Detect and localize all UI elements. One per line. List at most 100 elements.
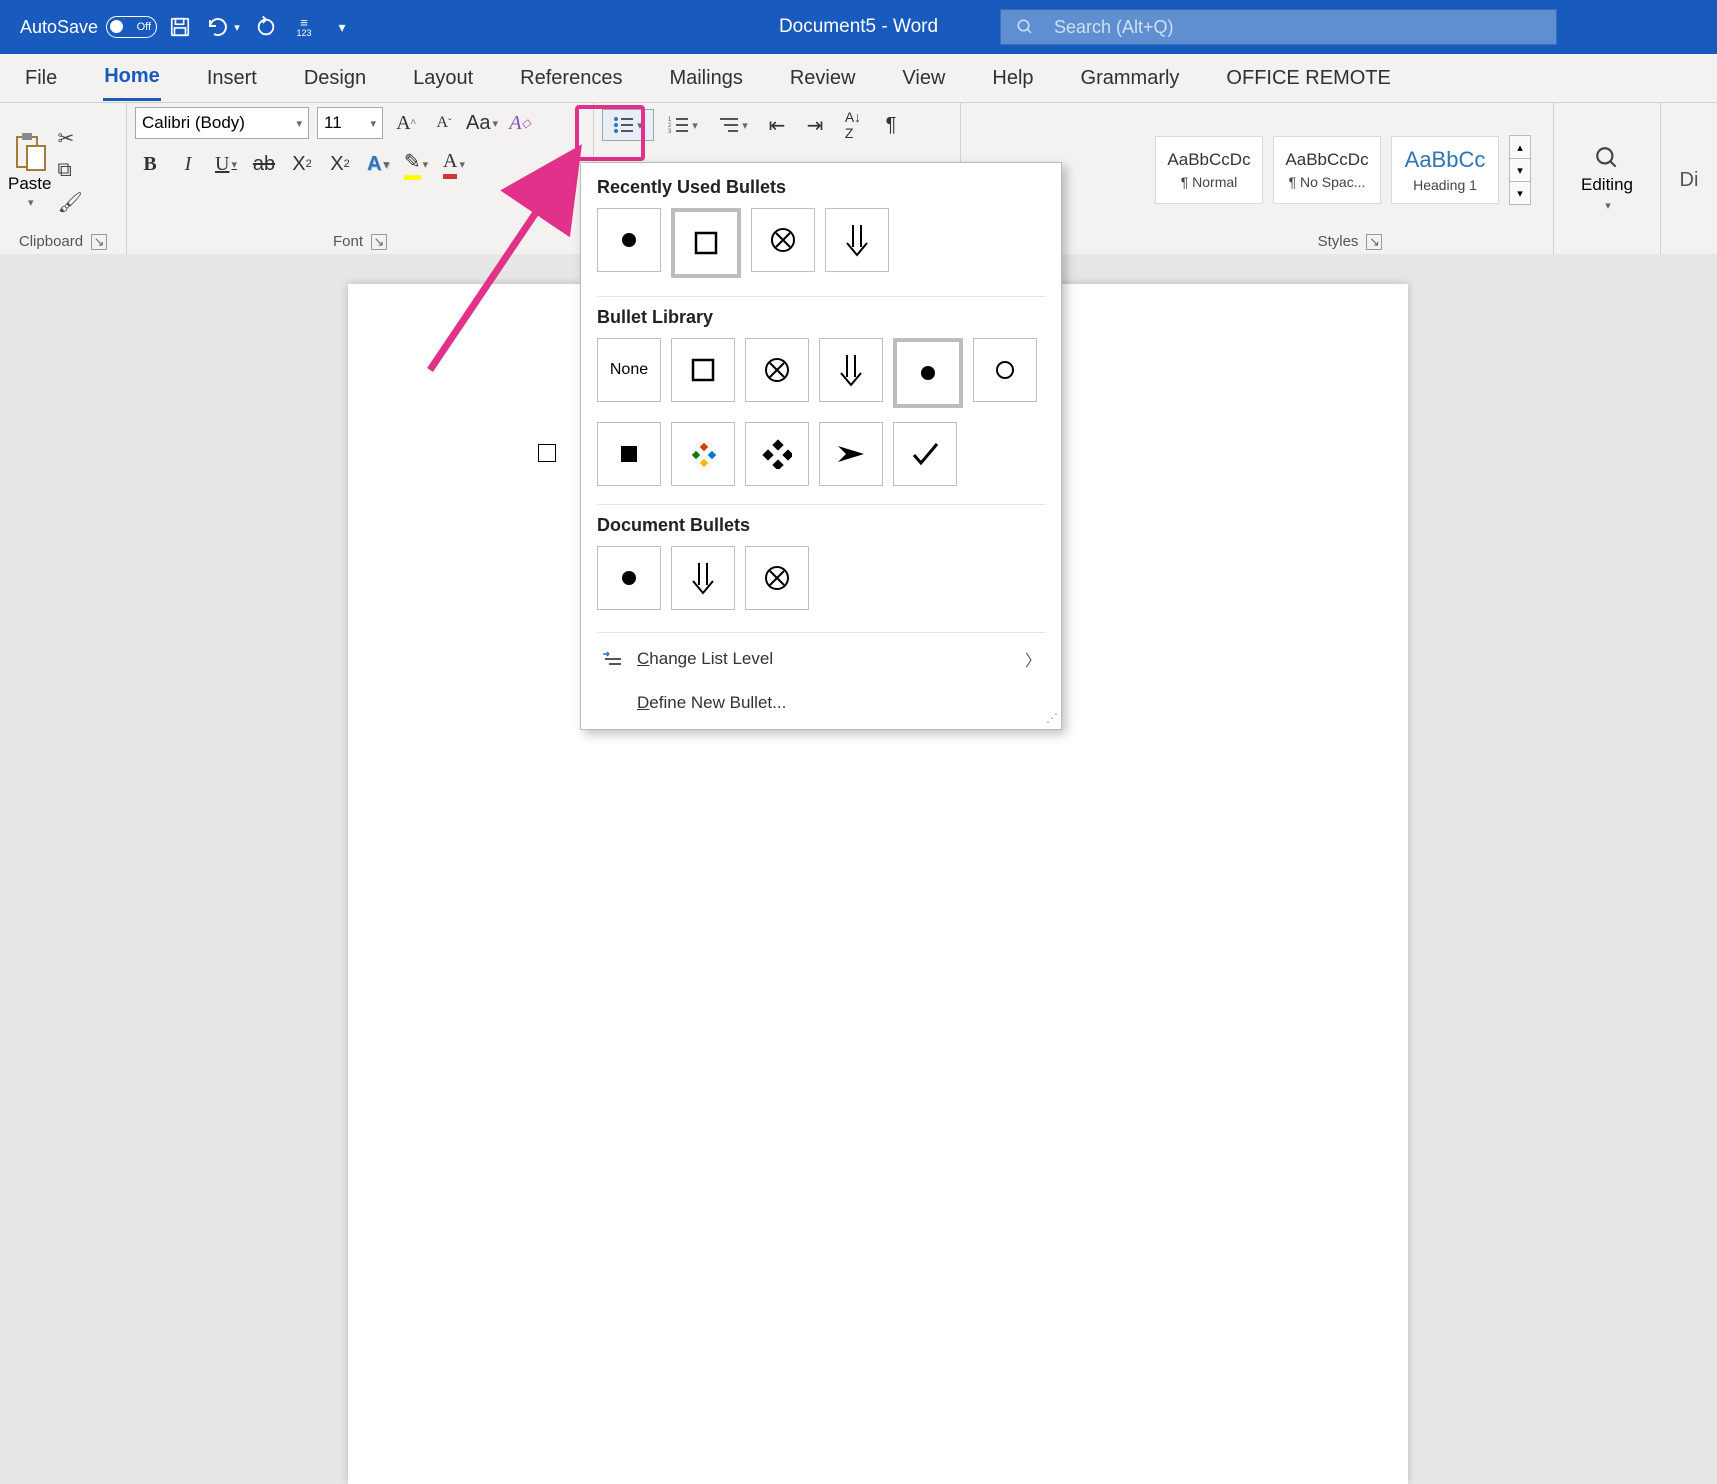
format-painter-icon[interactable]: 🖌	[57, 190, 82, 215]
decrease-indent-icon[interactable]: ⇤	[762, 110, 792, 140]
autosave-label: AutoSave	[20, 17, 98, 38]
style-heading-1[interactable]: AaBbCcHeading 1	[1391, 136, 1499, 204]
section-recent-heading: Recently Used Bullets	[597, 177, 1045, 198]
tab-file[interactable]: File	[24, 57, 58, 100]
copy-icon[interactable]: ⧉	[57, 159, 82, 182]
highlight-color-button[interactable]: ✎▾	[401, 149, 431, 179]
search-box[interactable]: Search (Alt+Q)	[1000, 9, 1557, 45]
chevron-down-icon: ▾	[28, 196, 34, 209]
bullet-hollow-square[interactable]	[671, 338, 735, 402]
bullet-checkmark[interactable]	[893, 422, 957, 486]
paste-button[interactable]: Paste ▾	[8, 132, 51, 209]
bullet-hollow-square[interactable]	[671, 208, 741, 278]
group-font: Calibri (Body)▾ 11▾ A^ Aˇ Aa▾ A◇ B I U▾ …	[127, 103, 594, 255]
superscript-button[interactable]: X2	[325, 149, 355, 179]
numbering-button[interactable]: 123▾	[662, 110, 704, 140]
paste-label: Paste	[8, 174, 51, 194]
bullet-arrowhead[interactable]	[819, 422, 883, 486]
font-group-label: Font	[333, 233, 363, 250]
cut-icon[interactable]: ✂	[57, 126, 82, 151]
bold-button[interactable]: B	[135, 149, 165, 179]
strikethrough-button[interactable]: ab	[249, 149, 279, 179]
tab-office-remote[interactable]: OFFICE REMOTE	[1225, 57, 1391, 100]
style-no-spacing[interactable]: AaBbCcDc¶ No Spac...	[1273, 136, 1381, 204]
sort-icon[interactable]: A↓Z	[838, 110, 868, 140]
bullet-double-arrow-down[interactable]	[825, 208, 889, 272]
bullet-four-diamond[interactable]	[745, 422, 809, 486]
undo-icon[interactable]: ▾	[203, 12, 243, 42]
quick-access-toolbar: AutoSave Off ▾ ≡123 ▾	[20, 12, 357, 42]
group-styles: AaBbCcDc¶ Normal AaBbCcDc¶ No Spac... Aa…	[1147, 103, 1554, 255]
text-effects-icon[interactable]: A▾	[363, 149, 393, 179]
overflow-label: Di	[1669, 107, 1709, 253]
tab-review[interactable]: Review	[789, 57, 857, 100]
document-title: Document5 - Word	[779, 16, 938, 38]
ribbon-tabs: File Home Insert Design Layout Reference…	[0, 54, 1717, 103]
svg-text:3: 3	[668, 129, 672, 134]
italic-button[interactable]: I	[173, 149, 203, 179]
bullet-filled-circle[interactable]	[597, 208, 661, 272]
list-level-icon	[601, 650, 623, 668]
font-size-combo[interactable]: 11▾	[317, 107, 383, 139]
group-clipboard: Paste ▾ ✂ ⧉ 🖌 Clipboard ↘	[0, 103, 127, 255]
increase-indent-icon[interactable]: ⇥	[800, 110, 830, 140]
bullet-filled-square[interactable]	[597, 422, 661, 486]
define-new-bullet-item[interactable]: Define New Bullet...	[581, 681, 1061, 725]
bullets-button[interactable]: ▾	[602, 109, 654, 141]
font-dialog-launcher[interactable]: ↘	[371, 234, 387, 250]
clipboard-group-label: Clipboard	[19, 233, 83, 250]
tab-mailings[interactable]: Mailings	[668, 57, 743, 100]
bullet-double-arrow-down[interactable]	[671, 546, 735, 610]
bullet-double-arrow-down[interactable]	[819, 338, 883, 402]
save-icon[interactable]	[165, 12, 195, 42]
section-library-heading: Bullet Library	[597, 307, 1045, 328]
group-overflow: Di	[1661, 103, 1717, 255]
increase-font-icon[interactable]: A^	[391, 108, 421, 138]
section-document-heading: Document Bullets	[597, 515, 1045, 536]
bullet-filled-circle[interactable]	[893, 338, 963, 408]
tab-home[interactable]: Home	[103, 55, 161, 101]
bullet-circled-x[interactable]	[751, 208, 815, 272]
tab-help[interactable]: Help	[991, 57, 1034, 100]
toggle-switch[interactable]: Off	[106, 16, 157, 38]
styles-dialog-launcher[interactable]: ↘	[1366, 234, 1382, 250]
tab-references[interactable]: References	[519, 57, 623, 100]
redo-icon[interactable]	[251, 12, 281, 42]
bullet-circled-x[interactable]	[745, 338, 809, 402]
search-icon	[1016, 18, 1034, 36]
autosave-toggle[interactable]: AutoSave Off	[20, 16, 157, 38]
bullets-dropdown: Recently Used Bullets Bullet Library Non…	[580, 162, 1062, 730]
bullet-filled-circle[interactable]	[597, 546, 661, 610]
title-bar: AutoSave Off ▾ ≡123 ▾ Document5 - Word S…	[0, 0, 1717, 54]
styles-group-label: Styles	[1318, 233, 1359, 250]
tab-view[interactable]: View	[901, 57, 946, 100]
clear-formatting-icon[interactable]: A◇	[505, 108, 535, 138]
subscript-button[interactable]: X2	[287, 149, 317, 179]
resize-grip-icon[interactable]: ⋰	[1046, 711, 1055, 725]
multilevel-list-button[interactable]: ▾	[712, 110, 754, 140]
editing-find-button[interactable]: Editing ▾	[1581, 145, 1633, 212]
chevron-down-icon: ▾	[1605, 199, 1611, 212]
styles-gallery-scroll[interactable]: ▴▾▾	[1509, 135, 1531, 205]
font-color-button[interactable]: A▾	[439, 149, 469, 179]
decrease-font-icon[interactable]: Aˇ	[429, 108, 459, 138]
tab-insert[interactable]: Insert	[206, 57, 258, 100]
clipboard-icon	[13, 132, 47, 172]
bullet-none[interactable]: None	[597, 338, 661, 402]
tab-grammarly[interactable]: Grammarly	[1080, 57, 1181, 100]
customize-qat-icon[interactable]: ▾	[327, 12, 357, 42]
equation-icon[interactable]: ≡123	[289, 12, 319, 42]
underline-button[interactable]: U▾	[211, 149, 241, 179]
tab-design[interactable]: Design	[303, 57, 367, 100]
tab-layout[interactable]: Layout	[412, 57, 474, 100]
style-normal[interactable]: AaBbCcDc¶ Normal	[1155, 136, 1263, 204]
show-marks-icon[interactable]: ¶	[876, 110, 906, 140]
bullet-circled-x[interactable]	[745, 546, 809, 610]
change-list-level-item[interactable]: Change List Level 〉	[581, 637, 1061, 681]
change-case-button[interactable]: Aa▾	[467, 108, 497, 138]
clipboard-dialog-launcher[interactable]: ↘	[91, 234, 107, 250]
bullet-hollow-circle[interactable]	[973, 338, 1037, 402]
font-name-combo[interactable]: Calibri (Body)▾	[135, 107, 309, 139]
search-icon	[1594, 145, 1620, 171]
bullet-four-color-diamond[interactable]	[671, 422, 735, 486]
